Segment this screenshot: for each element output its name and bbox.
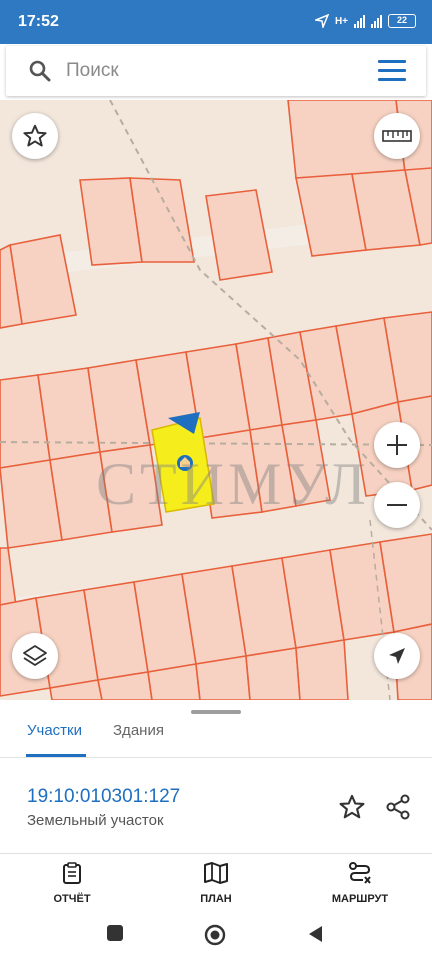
recent-apps-icon[interactable] <box>106 924 124 942</box>
parcel-type-label: Земельный участок <box>27 812 164 829</box>
star-outline-icon[interactable] <box>338 793 366 821</box>
map-plan-icon <box>204 862 228 884</box>
network-type-label: H+ <box>334 15 348 27</box>
hamburger-menu-icon[interactable] <box>378 60 406 87</box>
watermark-text: СТИМУЛ <box>96 451 370 517</box>
plan-label: ПЛАН <box>200 893 232 905</box>
tab-bar: Участки Здания <box>0 714 432 758</box>
zoom-out-button[interactable] <box>374 482 420 528</box>
plus-icon <box>387 435 407 455</box>
ruler-icon <box>382 130 412 142</box>
system-nav-bar <box>0 910 432 960</box>
layers-icon <box>23 645 47 666</box>
map-view[interactable]: СТИМУЛ <box>0 100 432 700</box>
search-bar[interactable] <box>6 46 426 96</box>
route-label: МАРШРУТ <box>331 893 389 905</box>
list-item[interactable]: 19:10:010301:127 Земельный участок <box>0 762 432 854</box>
back-icon[interactable] <box>306 924 324 944</box>
minus-icon <box>387 504 407 506</box>
favorite-button[interactable] <box>12 113 58 159</box>
tab-buildings[interactable]: Здания <box>113 722 164 739</box>
status-time: 17:52 <box>18 13 59 30</box>
active-tab-indicator <box>26 754 86 757</box>
zoom-in-button[interactable] <box>374 422 420 468</box>
location-arrow-icon <box>314 14 329 28</box>
share-icon[interactable] <box>384 793 412 821</box>
my-location-button[interactable] <box>374 633 420 679</box>
battery-icon: 22 <box>388 14 416 28</box>
report-label: ОТЧЁТ <box>53 893 91 905</box>
layers-button[interactable] <box>12 633 58 679</box>
home-icon[interactable] <box>204 924 226 946</box>
bottom-sheet[interactable]: Участки Здания 19:10:010301:127 Земельны… <box>0 700 432 855</box>
cadastral-map[interactable] <box>0 100 432 700</box>
report-button[interactable]: ОТЧЁТ <box>12 861 132 905</box>
parcel-grid <box>0 100 432 700</box>
tab-parcels[interactable]: Участки <box>27 722 82 739</box>
signal-icon <box>354 14 365 28</box>
action-bar: ОТЧЁТ ПЛАН МАРШРУТ <box>0 855 432 910</box>
navigation-arrow-icon <box>389 648 405 664</box>
route-icon <box>349 862 371 884</box>
cadastral-number[interactable]: 19:10:010301:127 <box>27 786 180 808</box>
ruler-button[interactable] <box>374 113 420 159</box>
status-icons: H+ 22 <box>314 14 416 28</box>
signal-icon-2 <box>371 14 382 28</box>
star-outline-icon <box>23 124 47 147</box>
search-icon[interactable] <box>28 59 52 83</box>
status-bar: 17:52 H+ 22 <box>0 0 432 44</box>
search-input[interactable] <box>66 54 366 88</box>
report-clipboard-icon <box>63 862 81 884</box>
plan-button[interactable]: ПЛАН <box>156 861 276 905</box>
route-button[interactable]: МАРШРУТ <box>300 861 420 905</box>
